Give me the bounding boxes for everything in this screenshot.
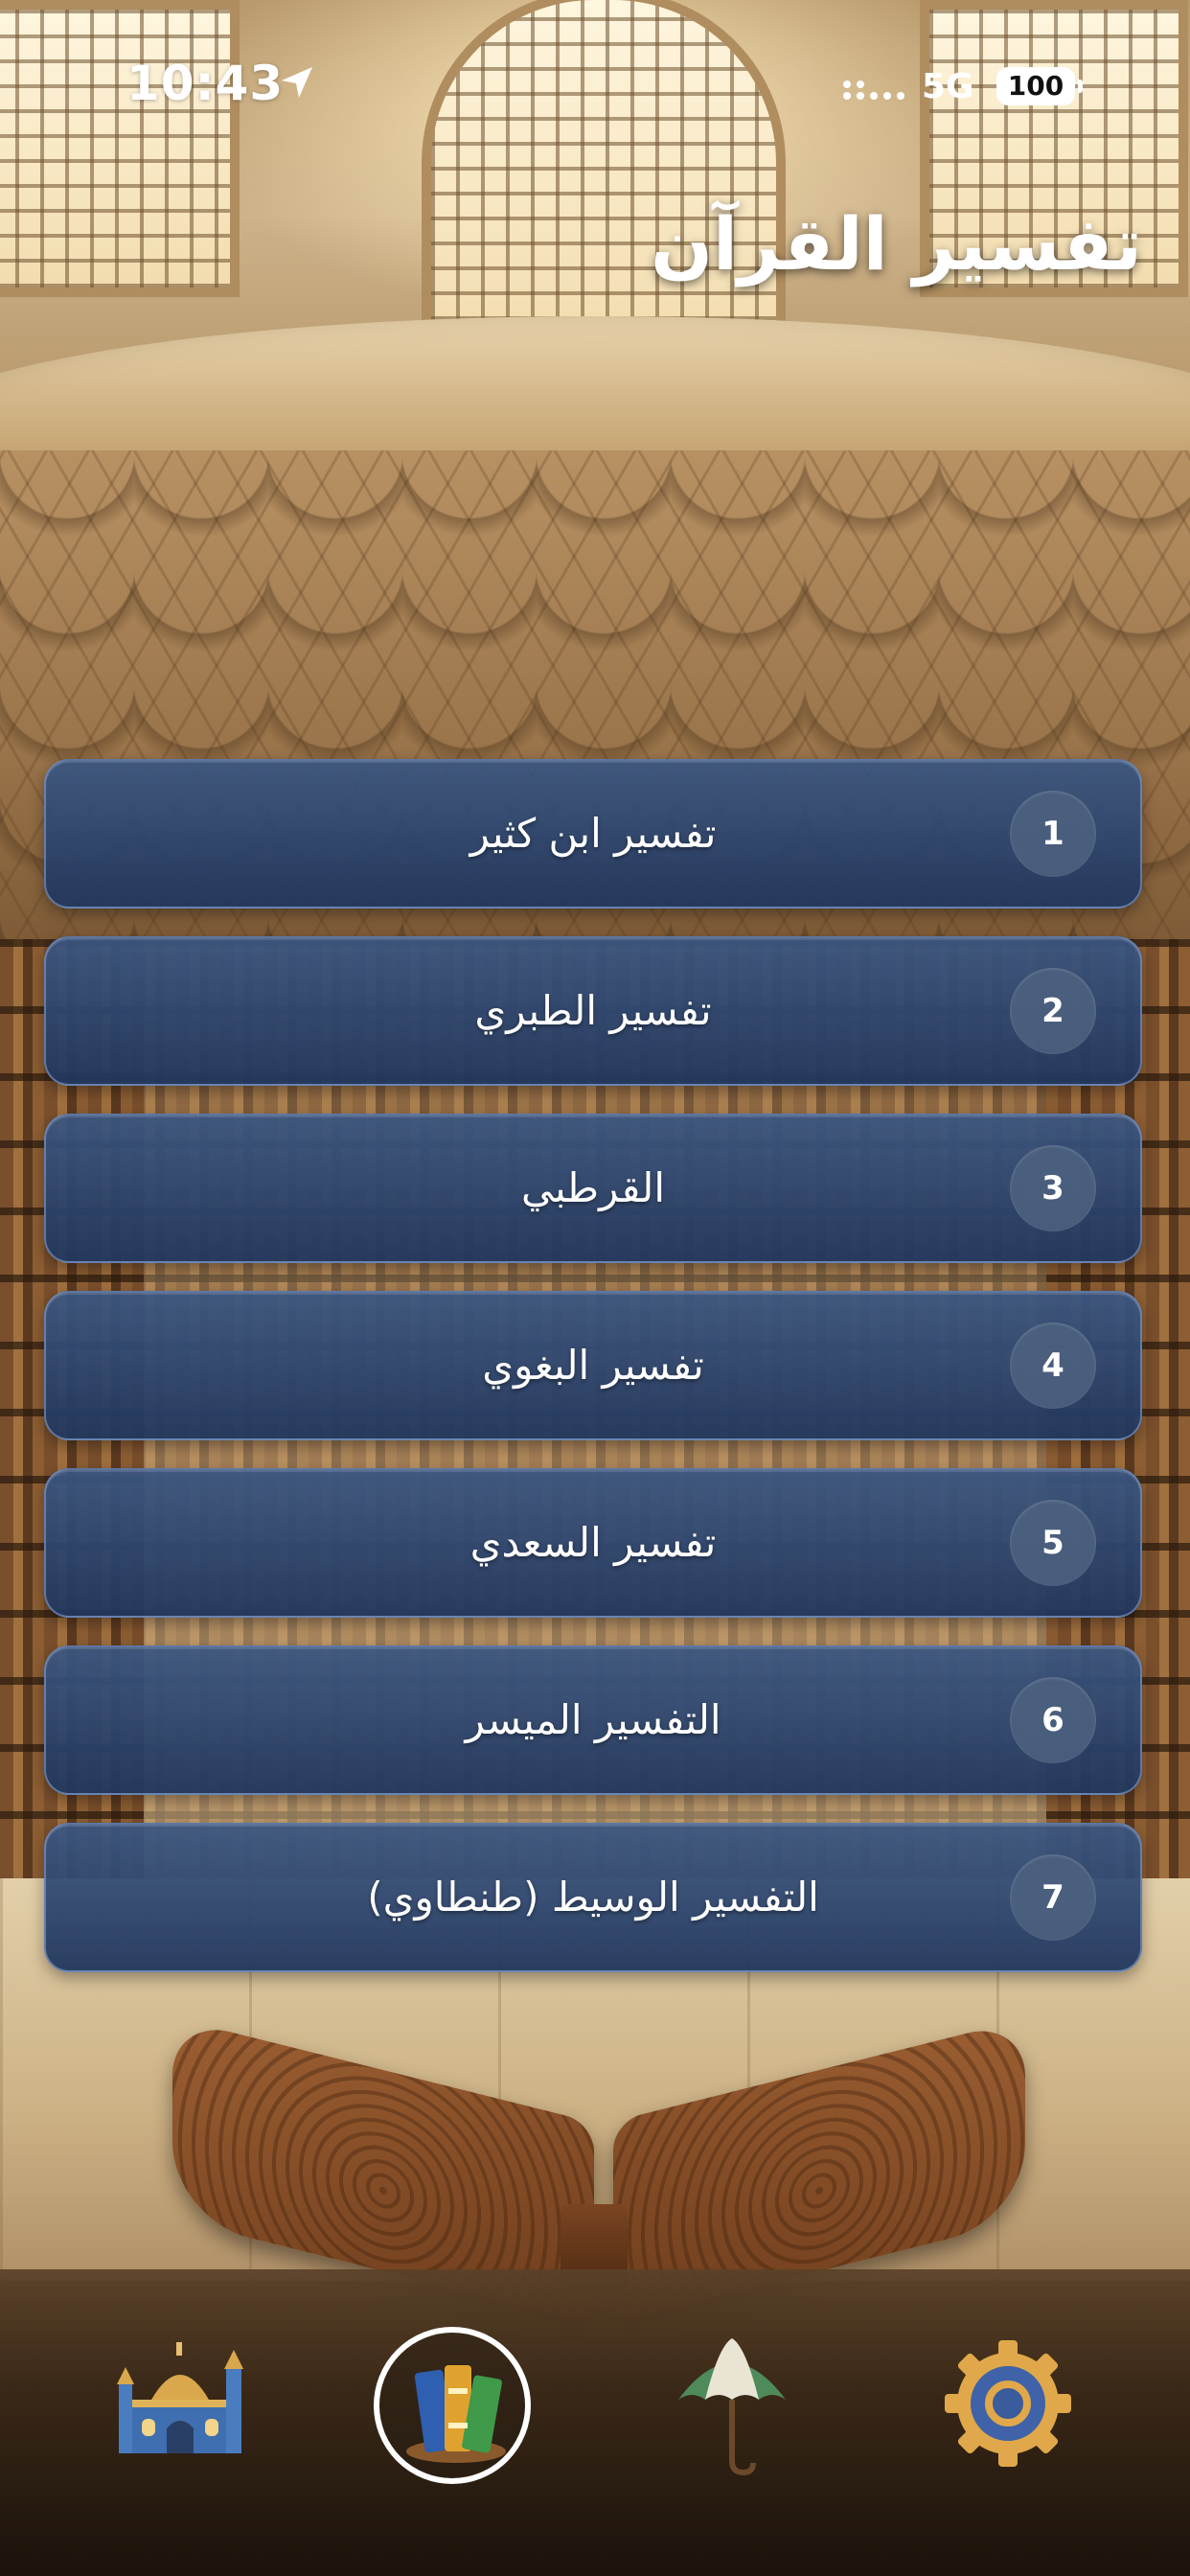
- tafsir-item-number: 6: [1010, 1677, 1096, 1763]
- network-type: 5G: [922, 67, 974, 106]
- tab-settings[interactable]: [912, 2308, 1104, 2499]
- tafsir-list: تفسير ابن كثير 1 تفسير الطبري 2 القرطبي …: [44, 759, 1146, 2000]
- tafsir-item-label: التفسير الوسيط (طنطاوي): [367, 1874, 819, 1920]
- tafsir-item-label: تفسير ابن كثير: [469, 810, 717, 857]
- tab-mosque[interactable]: [84, 2308, 276, 2499]
- tafsir-item-number: 4: [1010, 1322, 1096, 1409]
- tafsir-item-label: تفسير السعدي: [469, 1519, 717, 1566]
- tafsir-item-6[interactable]: التفسير الميسر 6: [44, 1645, 1142, 1795]
- tafsir-item-label: القرطبي: [521, 1164, 665, 1211]
- books-icon: [406, 2365, 506, 2463]
- mosque-icon: [117, 2342, 243, 2453]
- tafsir-item-1[interactable]: تفسير ابن كثير 1: [44, 759, 1142, 908]
- tab-books[interactable]: [360, 2308, 552, 2499]
- tafsir-item-number: 1: [1010, 791, 1096, 877]
- gear-icon: [945, 2340, 1071, 2467]
- tab-bar: [0, 2269, 1190, 2576]
- umbrella-icon: [678, 2338, 786, 2476]
- tafsir-item-label: تفسير البغوي: [482, 1342, 704, 1389]
- tafsir-item-number: 3: [1010, 1145, 1096, 1231]
- tafsir-item-2[interactable]: تفسير الطبري 2: [44, 936, 1142, 1086]
- status-time: 10:43: [126, 56, 285, 111]
- tafsir-item-label: التفسير الميسر: [465, 1696, 721, 1743]
- tafsir-item-number: 7: [1010, 1854, 1096, 1941]
- tafsir-item-5[interactable]: تفسير السعدي 5: [44, 1468, 1142, 1618]
- location-arrow-icon: [282, 67, 312, 98]
- signal-icon: [843, 80, 904, 100]
- tafsir-item-number: 2: [1010, 968, 1096, 1054]
- tab-umbrella[interactable]: [636, 2308, 828, 2499]
- battery-indicator: 100: [996, 67, 1083, 105]
- tafsir-item-7[interactable]: التفسير الوسيط (طنطاوي) 7: [44, 1823, 1142, 1972]
- tafsir-item-3[interactable]: القرطبي 3: [44, 1114, 1142, 1263]
- status-bar: 10:43 5G 100: [0, 0, 1190, 172]
- tafsir-item-number: 5: [1010, 1500, 1096, 1586]
- tafsir-item-label: تفسير الطبري: [474, 987, 712, 1034]
- tafsir-item-4[interactable]: تفسير البغوي 4: [44, 1291, 1142, 1440]
- page-title: تفسير القرآن: [651, 201, 1142, 287]
